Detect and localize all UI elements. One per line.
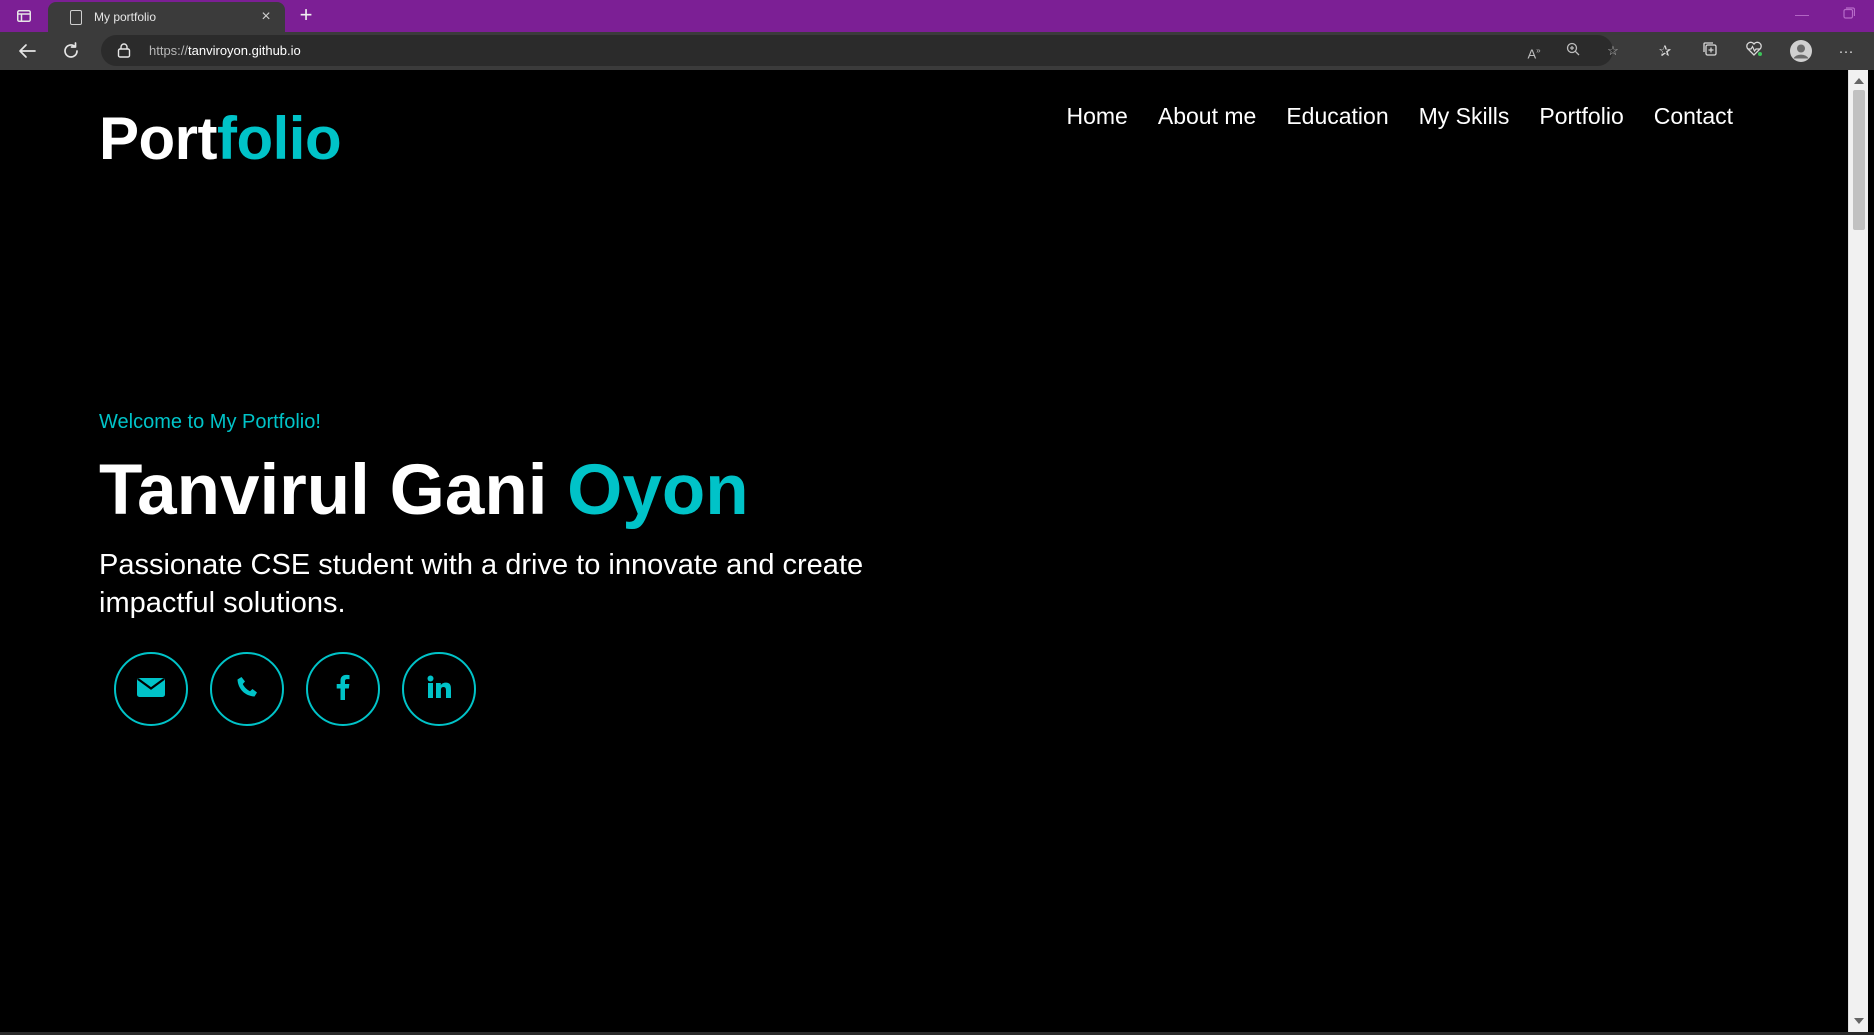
favorite-star-icon[interactable]: ☆ (1604, 42, 1622, 60)
lock-icon[interactable] (117, 43, 131, 58)
nav-portfolio[interactable]: Portfolio (1539, 103, 1623, 130)
page-icon (70, 9, 82, 25)
main-nav: Home About me Education My Skills Portfo… (1067, 103, 1734, 130)
phone-icon (235, 675, 259, 704)
close-tab-icon[interactable]: × (257, 9, 275, 25)
scroll-down-icon[interactable] (1854, 1018, 1864, 1024)
page-content: Portfolio Home About me Education My Ski… (0, 70, 1848, 1032)
browser-titlebar: My portfolio × + — (0, 0, 1874, 32)
welcome-text: Welcome to My Portfolio! (99, 411, 321, 433)
window-edge (1868, 70, 1874, 1032)
linkedin-button[interactable] (402, 652, 476, 726)
url-text[interactable]: https://tanviroyon.github.io (149, 43, 301, 58)
nav-about-me[interactable]: About me (1158, 103, 1256, 130)
envelope-icon (137, 676, 165, 703)
nav-education[interactable]: Education (1286, 103, 1388, 130)
refresh-icon[interactable] (56, 36, 86, 66)
minimize-icon[interactable]: — (1795, 6, 1809, 22)
phone-button[interactable] (210, 652, 284, 726)
hero-name: Tanvirul Gani Oyon (99, 451, 749, 530)
page-scrollbar[interactable] (1848, 70, 1868, 1032)
address-bar[interactable]: https://tanviroyon.github.io A» ☆ (101, 35, 1619, 66)
nav-contact[interactable]: Contact (1654, 103, 1733, 130)
browser-essentials-icon[interactable] (1743, 41, 1765, 63)
site-logo[interactable]: Portfolio (99, 104, 342, 173)
social-links (114, 652, 476, 726)
hero-tagline: Passionate CSE student with a drive to i… (99, 549, 864, 619)
tab-actions-icon[interactable] (12, 6, 36, 26)
browser-tab[interactable]: My portfolio × (48, 2, 285, 32)
email-button[interactable] (114, 652, 188, 726)
facebook-button[interactable] (306, 652, 380, 726)
facebook-icon (336, 674, 350, 705)
profile-avatar-icon[interactable] (1788, 39, 1814, 65)
browser-toolbar: https://tanviroyon.github.io A» ☆ (0, 32, 1874, 70)
nav-my-skills[interactable]: My Skills (1419, 103, 1510, 130)
linkedin-icon (427, 675, 451, 704)
nav-home[interactable]: Home (1067, 103, 1128, 130)
restore-icon[interactable] (1843, 6, 1856, 19)
zoom-icon[interactable] (1564, 42, 1582, 60)
back-icon[interactable] (12, 36, 42, 66)
scroll-thumb[interactable] (1853, 90, 1865, 230)
new-tab-button[interactable]: + (294, 4, 318, 27)
read-aloud-icon[interactable]: A» (1525, 42, 1543, 61)
favorites-icon[interactable]: ✰ (1654, 41, 1676, 63)
collections-icon[interactable] (1699, 41, 1721, 63)
scroll-up-icon[interactable] (1854, 78, 1864, 84)
more-menu-icon[interactable]: ··· (1835, 41, 1857, 63)
tab-title: My portfolio (94, 10, 157, 24)
